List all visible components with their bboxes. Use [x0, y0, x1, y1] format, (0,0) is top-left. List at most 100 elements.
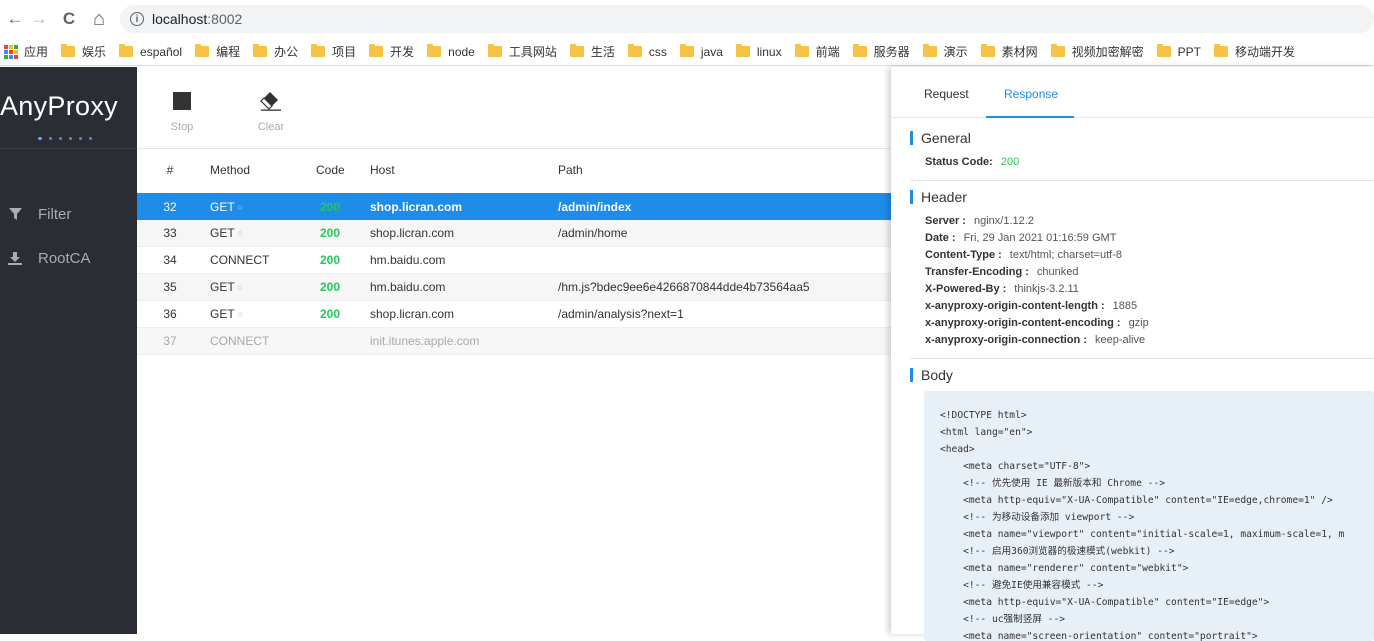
table-row[interactable]: 36 GET ○ 200 shop.licran.com/admin/analysis?…: [137, 301, 891, 328]
method-label: CONNECT: [210, 253, 270, 267]
folder-icon: [1050, 44, 1065, 57]
header-row: Server : nginx/1.12.2: [925, 215, 1034, 227]
header-value: nginx/1.12.2: [973, 215, 1034, 227]
bookmark-folder[interactable]: 娱乐: [61, 43, 106, 60]
filter-icon: [7, 207, 23, 221]
apps-grid-icon[interactable]: [4, 44, 18, 59]
stop-button[interactable]: Stop: [167, 91, 197, 133]
header-value: chunked: [1036, 266, 1079, 278]
bookmark-label: linux: [756, 44, 782, 59]
sidebar-item-rootca[interactable]: RootCA: [0, 243, 137, 273]
bookmark-folder[interactable]: 服务器: [852, 43, 910, 60]
bookmark-label: 生活: [590, 45, 615, 59]
bookmark-label: 娱乐: [82, 45, 107, 59]
table-row[interactable]: 33 GET ○ 200 shop.licran.com/admin/home: [137, 220, 891, 247]
bookmark-folder[interactable]: node: [427, 44, 475, 59]
row-host: hm.baidu.com: [370, 280, 446, 294]
table-row[interactable]: 32 GET ○ 200 shop.licran.com/admin/index: [137, 193, 891, 220]
header-key: x-anyproxy-origin-connection :: [925, 334, 1087, 346]
bookmark-folder[interactable]: 工具网站: [487, 43, 557, 60]
bookmark-apps[interactable]: 应用: [24, 43, 48, 60]
anyproxy-app: AnyProxy Filter RootCA Stop Clear # Meth…: [0, 67, 1374, 641]
bookmark-folder[interactable]: 开发: [369, 43, 414, 60]
bookmark-label: 服务器: [873, 45, 910, 59]
reload-button[interactable]: C: [54, 4, 84, 34]
header-row: X-Powered-By : thinkjs-3.2.11: [925, 283, 1079, 295]
header-key: Transfer-Encoding :: [925, 266, 1029, 278]
clear-button[interactable]: Clear: [255, 91, 287, 133]
column-header-code[interactable]: Code: [316, 150, 345, 190]
row-number: 36: [163, 307, 177, 321]
folder-icon: [569, 44, 584, 57]
column-header-number[interactable]: #: [137, 150, 203, 190]
bookmark-folder[interactable]: 素材网: [980, 43, 1038, 60]
header-key: Server :: [925, 215, 966, 227]
response-body-code[interactable]: <!DOCTYPE html> <html lang="en"> <head> <m…: [924, 391, 1374, 641]
bookmarks-bar: 应用 娱乐 español 编程 办公 项目 开发 node 工具网站 生活 css java linu…: [0, 38, 1374, 66]
brand-logo[interactable]: AnyProxy: [0, 91, 137, 122]
sidebar-item-label: Filter: [38, 205, 72, 223]
row-method: GET ○: [210, 220, 243, 246]
method-label: GET: [210, 307, 235, 321]
row-status-code: 200: [319, 280, 341, 294]
code-line: <!-- 为移动设备添加 viewport -->: [940, 512, 1135, 523]
sidebar-item-filter[interactable]: Filter: [0, 199, 137, 229]
bookmark-folder[interactable]: 编程: [195, 43, 240, 60]
bookmark-label: 开发: [390, 45, 415, 59]
column-header-method[interactable]: Method: [210, 150, 250, 190]
folder-icon: [922, 44, 937, 57]
bookmark-folder[interactable]: linux: [735, 44, 782, 59]
home-button[interactable]: ⌂: [84, 4, 114, 34]
table-row[interactable]: 34 CONNECT 200 hm.baidu.com: [137, 247, 891, 274]
column-header-path[interactable]: Path: [558, 150, 583, 190]
folder-icon: [427, 44, 442, 57]
folder-icon: [794, 44, 809, 57]
folder-icon: [487, 44, 502, 57]
code-line: <!DOCTYPE html>: [940, 410, 1027, 421]
row-host: shop.licran.com: [370, 199, 463, 214]
bookmark-label: español: [140, 44, 183, 59]
tab-request[interactable]: Request: [924, 87, 969, 101]
folder-icon: [1214, 44, 1228, 57]
bookmark-folder[interactable]: PPT: [1156, 44, 1201, 59]
bookmark-folder[interactable]: 移动端开发: [1214, 43, 1295, 60]
info-icon[interactable]: i: [130, 12, 144, 26]
back-arrow-icon: ←: [6, 9, 24, 28]
request-list-area: Stop Clear # Method Code Host Path 32 GET…: [137, 67, 891, 634]
bookmark-label: 素材网: [1001, 45, 1038, 59]
table-row[interactable]: 37 CONNECT init.itunes.apple.com: [137, 328, 891, 355]
row-number: 37: [163, 334, 177, 348]
tab-response[interactable]: Response: [1004, 87, 1058, 101]
url-bar[interactable]: i localhost:8002: [120, 5, 1374, 33]
list-toolbar: Stop Clear: [137, 67, 891, 149]
table-header: # Method Code Host Path: [137, 150, 891, 190]
header-row: x-anyproxy-origin-connection : keep-alive: [925, 334, 1145, 346]
row-host: init.itunes.apple.com: [370, 334, 480, 348]
bookmark-folder[interactable]: español: [119, 44, 183, 59]
bookmark-folder[interactable]: 生活: [569, 43, 615, 60]
table-row[interactable]: 35 GET ○ 200 hm.baidu.com/hm.js?bdec9ee6e426…: [137, 274, 891, 301]
bookmark-folder[interactable]: 项目: [311, 43, 356, 60]
bookmark-label: 项目: [332, 45, 357, 59]
code-line: <meta http-equiv="X-UA-Compatible" conte…: [940, 495, 1333, 506]
bookmark-folder[interactable]: 办公: [253, 43, 298, 60]
header-key: Date :: [925, 232, 956, 244]
bookmark-folder[interactable]: 演示: [922, 43, 968, 60]
folder-icon: [735, 44, 750, 57]
status-code-row: Status Code: 200: [925, 156, 1019, 168]
forward-button[interactable]: →: [24, 4, 54, 34]
code-line: <meta name="viewport" content="initial-s…: [940, 529, 1345, 540]
bookmark-folder[interactable]: 视频加密解密: [1050, 43, 1144, 60]
header-value: text/html; charset=utf-8: [1009, 249, 1122, 261]
bookmark-folder[interactable]: java: [679, 44, 723, 59]
code-line: <html lang="en">: [940, 427, 1033, 438]
folder-icon: [679, 44, 694, 57]
bookmark-folder[interactable]: css: [627, 44, 667, 59]
brand-dots: [38, 137, 92, 140]
column-header-host[interactable]: Host: [370, 150, 395, 190]
row-number: 34: [163, 253, 177, 267]
url-host: localhost: [152, 11, 208, 27]
row-status-code: 200: [319, 199, 341, 214]
lock-icon: ○: [237, 282, 244, 292]
bookmark-folder[interactable]: 前端: [794, 43, 840, 60]
